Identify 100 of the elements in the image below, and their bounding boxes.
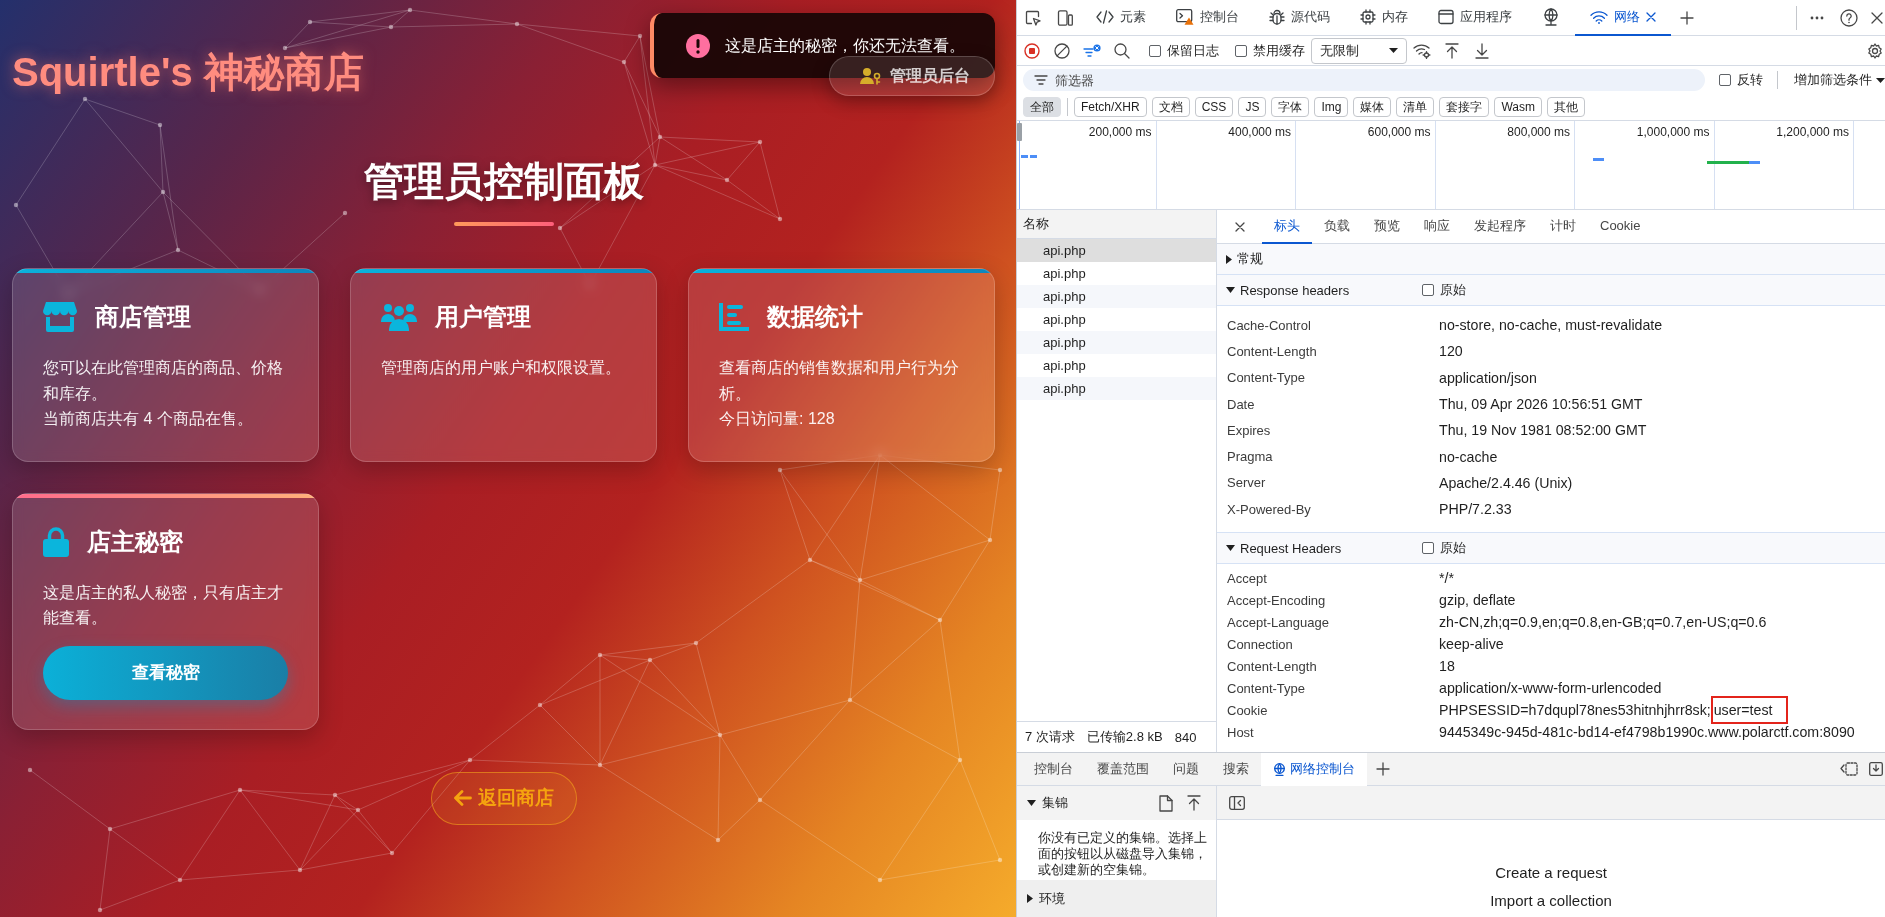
- close-icon[interactable]: [1871, 11, 1883, 24]
- checkbox-label[interactable]: 反转: [1737, 71, 1763, 89]
- header-name: Content-Length: [1227, 658, 1318, 674]
- panel-tab[interactable]: 内存: [1345, 0, 1423, 36]
- type-filter-chip[interactable]: Img: [1314, 97, 1349, 117]
- detail-tab[interactable]: 发起程序: [1462, 210, 1538, 244]
- drawer-tab[interactable]: 搜索: [1211, 752, 1261, 786]
- panel-tab[interactable]: 元素: [1081, 0, 1161, 36]
- card-text: 您可以在此管理商店的商品、价格和库存。: [43, 358, 284, 404]
- upload-icon[interactable]: [1445, 42, 1459, 59]
- checkbox-label[interactable]: 保留日志: [1167, 41, 1219, 60]
- section-header[interactable]: Request Headers 原始: [1217, 533, 1885, 565]
- action-link[interactable]: Import a collection: [1490, 890, 1612, 912]
- detail-tab[interactable]: 计时: [1538, 210, 1588, 244]
- drawer-tab[interactable]: 网络控制台: [1261, 752, 1367, 786]
- request-row[interactable]: api.php: [1017, 377, 1216, 400]
- request-row[interactable]: api.php: [1017, 239, 1216, 262]
- sidebar-section-title[interactable]: 集锦: [1042, 794, 1068, 812]
- header-name: Content-Type: [1227, 680, 1307, 696]
- type-filter-chip[interactable]: CSS: [1194, 97, 1234, 117]
- checkbox[interactable]: [1719, 74, 1731, 86]
- drawer-tab[interactable]: 覆盖范围: [1085, 752, 1161, 786]
- plus-icon[interactable]: [1680, 10, 1694, 25]
- record-stop-icon[interactable]: [1024, 42, 1040, 59]
- column-header[interactable]: 名称: [1017, 210, 1216, 239]
- checkbox-label[interactable]: 原始: [1440, 281, 1466, 299]
- drawer-tab[interactable]: 问题: [1161, 752, 1211, 786]
- checkbox-label[interactable]: 禁用缓存: [1253, 41, 1305, 60]
- plus-icon[interactable]: [1376, 762, 1390, 776]
- checkbox[interactable]: [1235, 44, 1247, 57]
- range-handle[interactable]: [1017, 123, 1022, 141]
- header-name: Pragma: [1227, 449, 1274, 465]
- type-filter-chip[interactable]: 全部: [1023, 97, 1061, 117]
- type-filter-chip[interactable]: 媒体: [1353, 97, 1392, 117]
- checkbox[interactable]: [1149, 44, 1161, 57]
- triangle-down-icon[interactable]: [1027, 800, 1036, 806]
- more-icon[interactable]: [1810, 15, 1824, 20]
- alert-icon: [686, 33, 710, 58]
- card-title: 商店管理: [95, 302, 191, 332]
- header-name: Server: [1227, 475, 1267, 491]
- detail-tab[interactable]: 负载: [1312, 210, 1362, 244]
- inspect-icon[interactable]: [1025, 9, 1041, 26]
- panel-tab[interactable]: 应用程序: [1423, 0, 1527, 36]
- clear-icon[interactable]: [1054, 42, 1070, 59]
- card-text: 查看商店的销售数据和用户行为分析。: [719, 358, 960, 404]
- checkbox[interactable]: [1422, 284, 1434, 296]
- type-filter-chip[interactable]: 其他: [1546, 97, 1585, 117]
- detail-tab[interactable]: 响应: [1412, 210, 1462, 244]
- close-icon[interactable]: [1234, 221, 1245, 232]
- checkbox[interactable]: [1422, 542, 1434, 555]
- sidebar-section-title[interactable]: 环境: [1039, 889, 1065, 908]
- upload-icon[interactable]: [1187, 795, 1201, 811]
- type-filter-chip[interactable]: 文档: [1151, 97, 1190, 117]
- section-header[interactable]: 常规: [1217, 244, 1885, 275]
- section-header[interactable]: Response headers 原始: [1217, 275, 1885, 306]
- type-filter-chip[interactable]: Fetch/XHR: [1074, 97, 1147, 117]
- detail-tab[interactable]: Cookie: [1588, 210, 1653, 244]
- type-filter-chip[interactable]: Wasm: [1494, 97, 1542, 117]
- triangle-right-icon[interactable]: [1226, 254, 1232, 264]
- section-title: 常规: [1237, 250, 1264, 268]
- header-value: no-cache: [1439, 448, 1498, 465]
- triangle-right-icon[interactable]: [1027, 894, 1033, 903]
- filter-icon[interactable]: [1083, 43, 1101, 58]
- checkbox-label[interactable]: 原始: [1440, 539, 1466, 558]
- new-file-icon[interactable]: [1159, 794, 1173, 812]
- panel-tab[interactable]: 源代码: [1254, 0, 1345, 36]
- header-value: PHP/7.2.33: [1439, 501, 1512, 518]
- panel-tab[interactable]: 网络: [1575, 0, 1671, 36]
- filter-field[interactable]: 筛选器: [1023, 69, 1705, 91]
- request-row[interactable]: api.php: [1017, 331, 1216, 354]
- drawer-tab[interactable]: 控制台: [1022, 752, 1085, 786]
- dock-icon[interactable]: [1840, 762, 1858, 776]
- request-row[interactable]: api.php: [1017, 262, 1216, 285]
- dock-icon[interactable]: [1869, 762, 1883, 776]
- code-icon: [1096, 9, 1114, 24]
- request-row[interactable]: api.php: [1017, 308, 1216, 331]
- close-icon[interactable]: [1646, 11, 1656, 22]
- triangle-down-icon[interactable]: [1226, 287, 1235, 293]
- action-link[interactable]: Create a request: [1495, 862, 1607, 884]
- panel-tab[interactable]: 控制台: [1161, 0, 1254, 36]
- wifi-gear-icon[interactable]: [1413, 42, 1431, 59]
- type-filter-chip[interactable]: 清单: [1396, 97, 1435, 117]
- request-row[interactable]: api.php: [1017, 354, 1216, 377]
- help-icon[interactable]: [1840, 8, 1858, 27]
- throttling-select[interactable]: 无限制: [1311, 37, 1407, 64]
- page-heading: 管理员控制面板: [363, 158, 644, 205]
- type-filter-chip[interactable]: 字体: [1271, 97, 1310, 117]
- sidebar-toggle-icon[interactable]: [1229, 795, 1245, 810]
- search-icon[interactable]: [1114, 42, 1130, 59]
- type-filter-chip[interactable]: 套接字: [1439, 97, 1490, 117]
- settings-icon[interactable]: [1867, 42, 1883, 59]
- request-row[interactable]: api.php: [1017, 285, 1216, 308]
- type-filter-chip[interactable]: JS: [1238, 97, 1267, 117]
- device-icon[interactable]: [1057, 9, 1073, 26]
- download-icon[interactable]: [1475, 42, 1489, 59]
- lock-icon: [43, 526, 69, 557]
- detail-tab[interactable]: 预览: [1362, 210, 1412, 244]
- add-filter-button[interactable]: 增加筛选条件: [1794, 71, 1885, 89]
- triangle-down-icon[interactable]: [1226, 545, 1235, 552]
- header-value: */*: [1439, 570, 1454, 587]
